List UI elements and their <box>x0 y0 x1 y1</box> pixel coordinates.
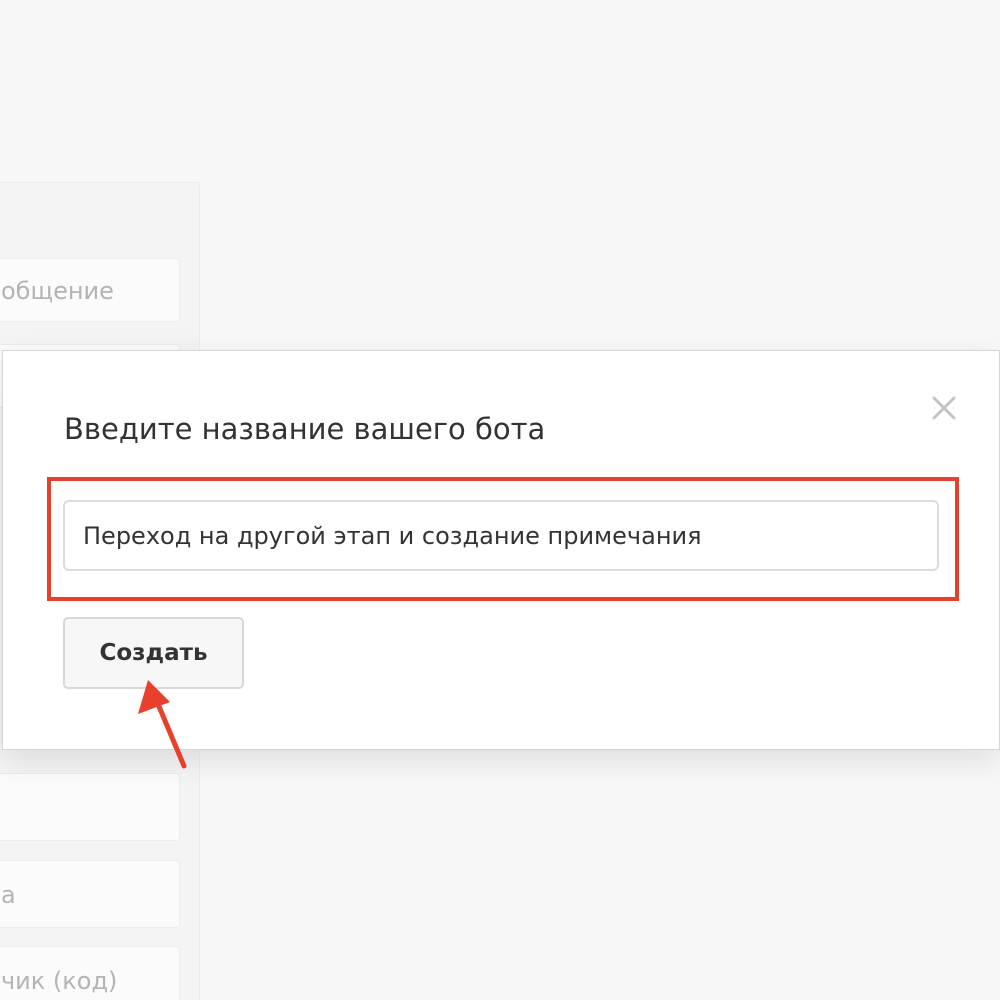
background-item[interactable] <box>0 773 180 841</box>
background-item-message[interactable]: общение <box>0 258 180 322</box>
close-icon[interactable] <box>928 392 960 424</box>
dialog-title: Введите название вашего бота <box>64 412 546 446</box>
background-item-label: чик (код) <box>1 967 118 995</box>
page: общение а чик (код) Введите название ваш… <box>0 0 1000 1000</box>
background-item-code[interactable]: чик (код) <box>0 946 180 1000</box>
bot-name-input[interactable] <box>63 500 939 571</box>
background-item[interactable]: а <box>0 860 180 928</box>
arrow-up-icon <box>138 680 187 769</box>
background-item-label: общение <box>1 277 114 305</box>
background-item-label: а <box>1 881 16 909</box>
